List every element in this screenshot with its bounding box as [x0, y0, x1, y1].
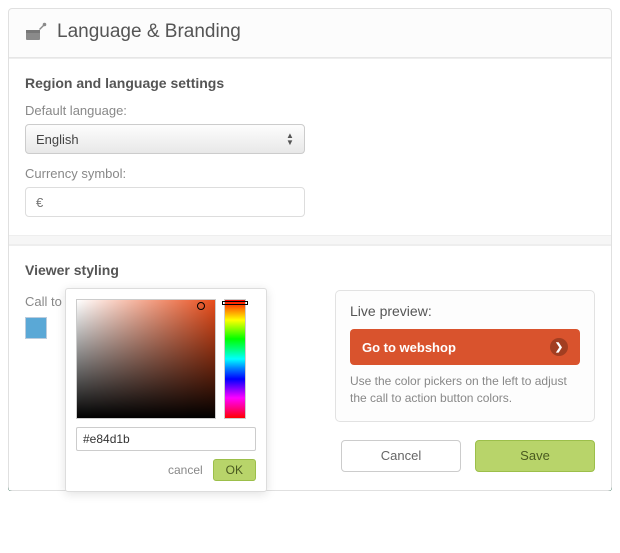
color-picker-cancel-link[interactable]: cancel	[168, 463, 203, 477]
cta-preview-button[interactable]: Go to webshop ❯	[350, 329, 580, 365]
section-divider	[9, 235, 611, 245]
color-picker-ok-button[interactable]: OK	[213, 459, 256, 481]
save-button[interactable]: Save	[475, 440, 595, 472]
hue-cursor-icon	[222, 301, 248, 305]
currency-symbol-input[interactable]	[25, 187, 305, 217]
page-title: Language & Branding	[57, 21, 241, 43]
chevron-right-icon: ❯	[550, 338, 568, 356]
updown-icon: ▲▼	[282, 129, 298, 149]
default-language-select[interactable]: English ▲▼	[25, 124, 305, 154]
color-picker-hue-slider[interactable]	[224, 299, 246, 419]
cta-bg-color-swatch[interactable]	[25, 317, 47, 339]
default-language-label: Default language:	[25, 103, 595, 118]
currency-symbol-label: Currency symbol:	[25, 166, 595, 181]
cta-preview-label: Go to webshop	[362, 340, 456, 355]
panel-header: Language & Branding	[9, 9, 611, 58]
settings-panel: Language & Branding Region and language …	[8, 8, 612, 491]
live-preview-box: Live preview: Go to webshop ❯ Use the co…	[335, 290, 595, 422]
cancel-button[interactable]: Cancel	[341, 440, 461, 472]
viewer-section-title: Viewer styling	[25, 262, 595, 278]
default-language-value: English	[36, 132, 79, 147]
sv-cursor-icon	[197, 302, 205, 310]
color-picker-saturation-panel[interactable]	[76, 299, 216, 419]
color-picker-hex-input[interactable]	[76, 427, 256, 451]
region-section: Region and language settings Default lan…	[9, 58, 611, 235]
live-preview-help-text: Use the color pickers on the left to adj…	[350, 373, 580, 407]
viewer-styling-section: Viewer styling Call to action button bac…	[9, 245, 611, 426]
paint-bucket-icon	[25, 22, 47, 42]
color-picker-popover: cancel OK	[65, 288, 267, 492]
live-preview-title: Live preview:	[350, 303, 580, 319]
region-section-title: Region and language settings	[25, 75, 595, 91]
